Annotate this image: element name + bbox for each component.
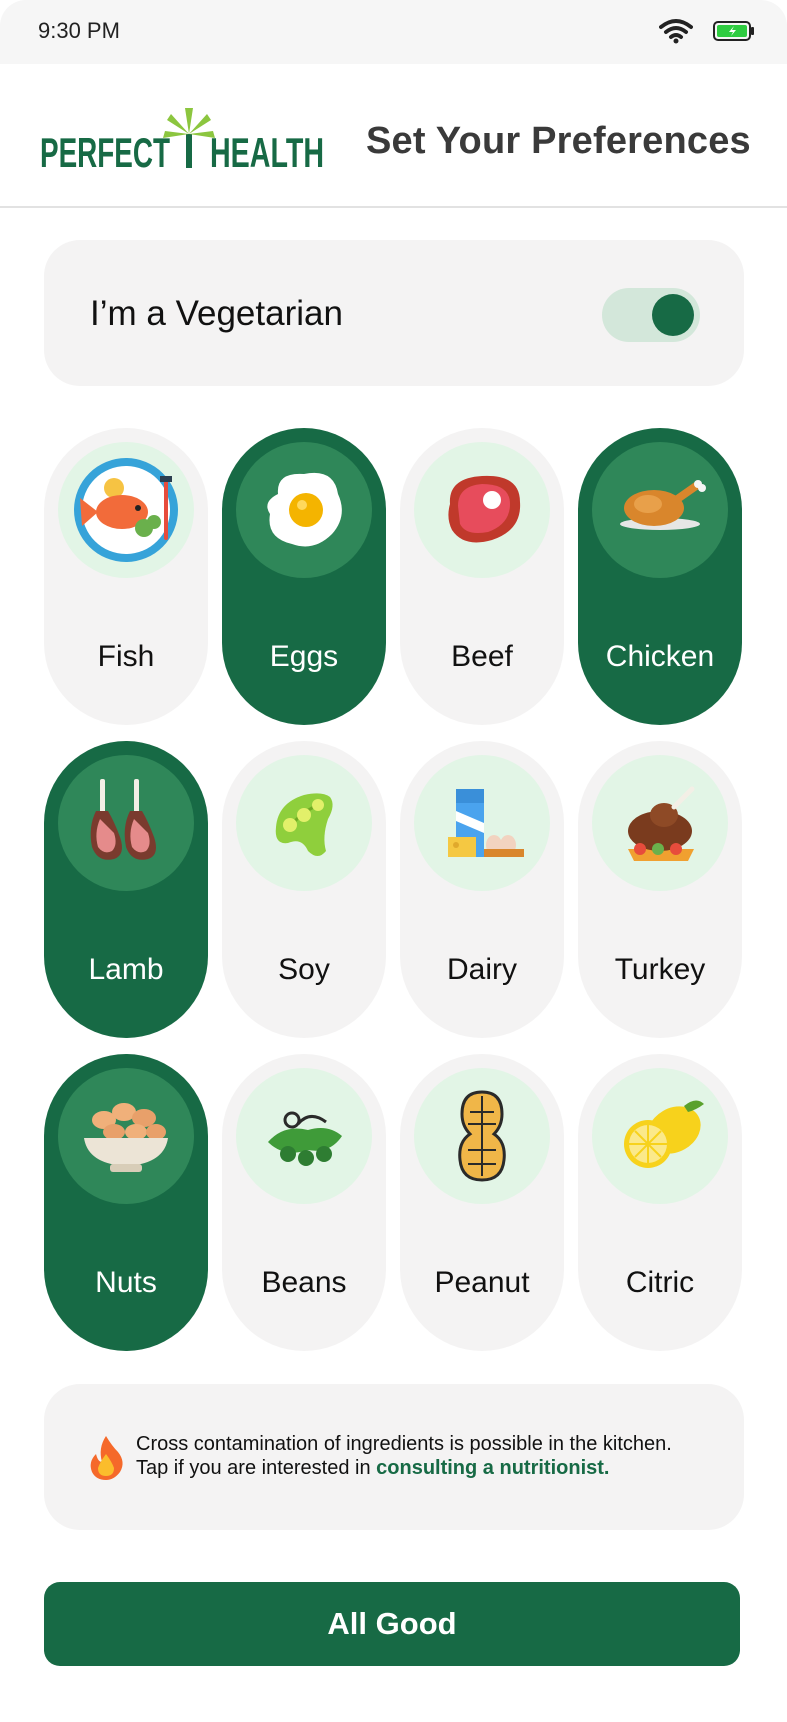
contamination-note: Cross contamination of ingredients is po…: [44, 1384, 744, 1530]
food-label: Turkey: [614, 953, 706, 986]
note-text: Cross contamination of ingredients is po…: [136, 1432, 726, 1480]
roast-chicken-icon: [592, 442, 728, 578]
page-title: Set Your Preferences: [366, 120, 751, 162]
status-bar: 9:30 PM: [0, 0, 787, 64]
turkey-leg-icon: [592, 755, 728, 891]
food-label: Eggs: [269, 640, 339, 673]
food-item-nuts[interactable]: Nuts: [44, 1054, 208, 1351]
food-label: Nuts: [95, 1266, 157, 1299]
food-label: Citric: [625, 1266, 695, 1299]
food-label: Dairy: [446, 953, 517, 986]
food-label: Chicken: [605, 640, 715, 673]
toggle-knob: [652, 294, 694, 336]
food-item-eggs[interactable]: Eggs: [222, 428, 386, 725]
status-time: 9:30 PM: [38, 18, 120, 43]
food-item-soy[interactable]: Soy: [222, 741, 386, 1038]
food-label: Soy: [278, 953, 330, 986]
all-good-button[interactable]: All Good: [44, 1582, 740, 1666]
food-item-citric[interactable]: Citric: [578, 1054, 742, 1351]
vegetarian-toggle[interactable]: [602, 288, 700, 342]
palm-icon: [163, 108, 215, 168]
soybean-pod-icon: [236, 755, 372, 891]
food-item-lamb[interactable]: Lamb: [44, 741, 208, 1038]
dairy-icon: [414, 755, 550, 891]
note-line-1: Cross contamination of ingredients is po…: [136, 1433, 672, 1455]
food-item-fish[interactable]: Fish: [44, 428, 208, 725]
food-item-beans[interactable]: Beans: [222, 1054, 386, 1351]
battery-charging-icon: [713, 21, 754, 41]
food-label: Fish: [97, 640, 155, 673]
fish-plate-icon: [58, 442, 194, 578]
lamb-chops-icon: [58, 755, 194, 891]
food-item-turkey[interactable]: Turkey: [578, 741, 742, 1038]
note-line-2: Tap if you are interested in: [136, 1457, 377, 1479]
food-item-chicken[interactable]: Chicken: [578, 428, 742, 725]
fried-egg-icon: [236, 442, 372, 578]
food-label: Peanut: [434, 1266, 530, 1299]
lemon-icon: [592, 1068, 728, 1204]
brand-left-text: PERFECT: [40, 129, 170, 174]
nutritionist-link[interactable]: consulting a nutritionist.: [376, 1457, 609, 1479]
food-label: Beef: [451, 640, 513, 673]
beans-icon: [236, 1068, 372, 1204]
food-label: Lamb: [88, 953, 164, 986]
fire-icon: [90, 1436, 123, 1480]
brand-right-text: HEALTH: [210, 129, 324, 174]
vegetarian-label: I’m a Vegetarian: [90, 294, 343, 333]
food-item-beef[interactable]: Beef: [400, 428, 564, 725]
perfect-health-logo: PERFECT HEALTH: [40, 108, 324, 174]
food-item-dairy[interactable]: Dairy: [400, 741, 564, 1038]
nuts-bowl-icon: [58, 1068, 194, 1204]
peanut-icon: [414, 1068, 550, 1204]
food-label: Beans: [261, 1266, 347, 1299]
steak-icon: [414, 442, 550, 578]
food-item-peanut[interactable]: Peanut: [400, 1054, 564, 1351]
app-header: PERFECT HEALTH Set Your Preferences: [0, 64, 787, 208]
wifi-icon: [659, 19, 693, 44]
status-icons: [659, 18, 755, 44]
vegetarian-card: I’m a Vegetarian: [44, 240, 744, 386]
